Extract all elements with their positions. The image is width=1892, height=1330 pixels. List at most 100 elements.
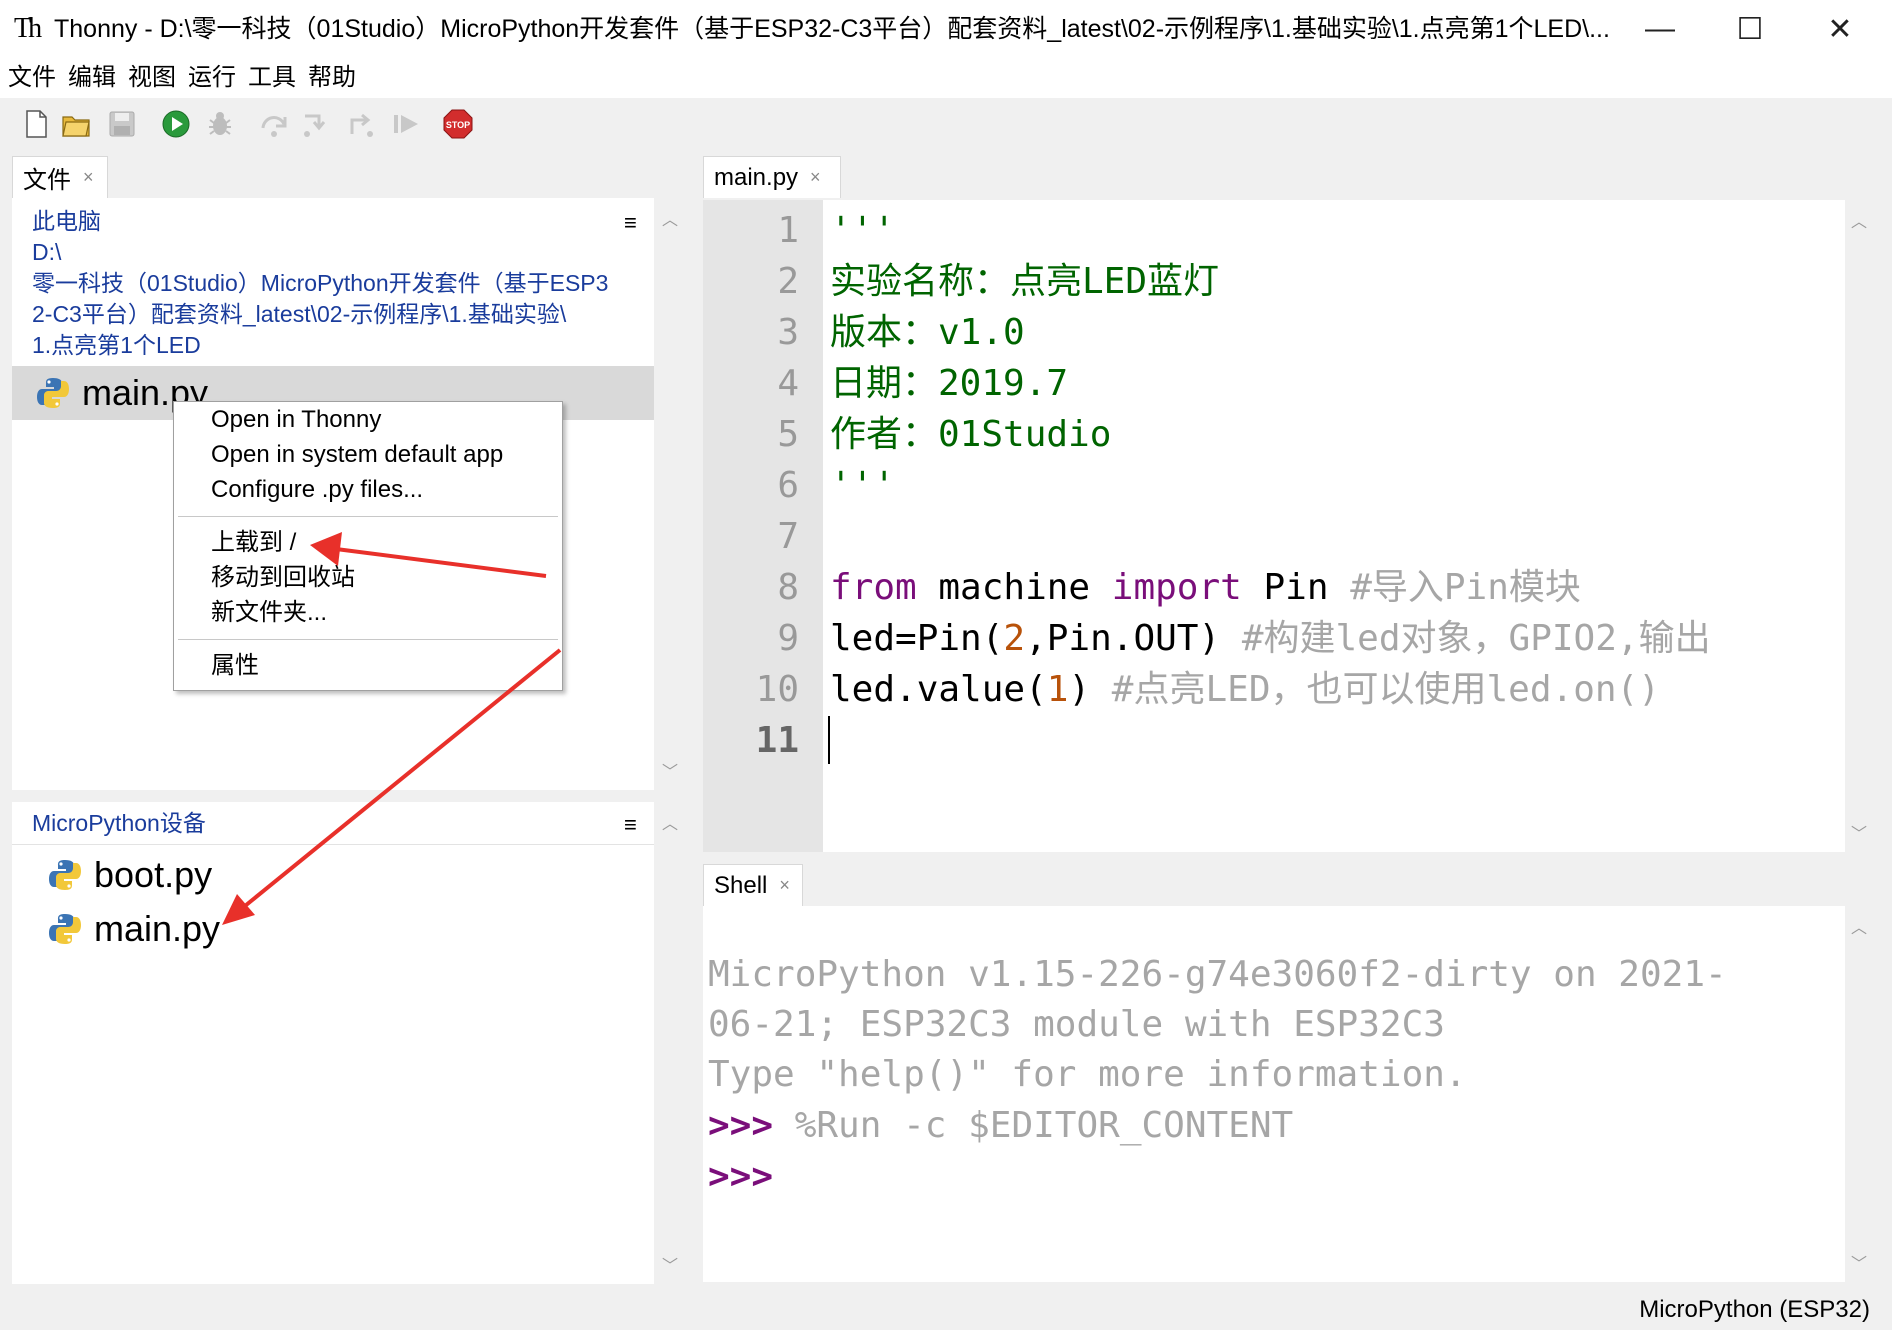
divider [12, 844, 654, 845]
save-icon[interactable] [106, 108, 138, 140]
editor-scrollbar[interactable]: ︿ ﹀ [1845, 200, 1873, 852]
code-line-1: ''' [830, 210, 896, 251]
menu-tools[interactable]: 工具 [248, 58, 296, 98]
menu-item-new-folder[interactable]: 新文件夹... [211, 595, 327, 630]
python-file-icon [49, 914, 81, 944]
file-name: main.py [94, 908, 221, 949]
menu-edit[interactable]: 编辑 [68, 58, 116, 98]
python-file-icon [49, 860, 81, 890]
maximize-button[interactable]: ☐ [1710, 0, 1790, 58]
line-number: 7 [777, 516, 799, 557]
menu-item-properties[interactable]: 属性 [211, 648, 259, 683]
menu-separator [178, 516, 558, 517]
stop-icon[interactable]: STOP [442, 108, 474, 140]
code-line-6: ''' [830, 465, 896, 506]
tab-editor-main-py[interactable]: main.py × [703, 156, 841, 198]
line-number: 3 [777, 312, 799, 353]
scroll-up-icon[interactable]: ︿ [1845, 208, 1873, 232]
menu-view[interactable]: 视图 [128, 58, 176, 98]
scroll-down-icon[interactable]: ﹀ [1845, 1250, 1873, 1274]
line-number: 9 [777, 618, 799, 659]
line-number-current: 11 [755, 720, 799, 761]
path-drive[interactable]: D:\ [32, 237, 61, 268]
open-folder-icon[interactable] [60, 108, 92, 140]
shell-command-line: >>> %Run -c $EDITOR_CONTENT [708, 1101, 1293, 1151]
toolbar: STOP [0, 98, 1892, 150]
scroll-up-icon[interactable]: ︿ [1845, 914, 1873, 938]
minimize-button[interactable]: — [1620, 0, 1700, 58]
title-bar: Th Thonny - D:\零一科技（01Studio）MicroPython… [0, 0, 1892, 58]
scroll-up-icon[interactable]: ︿ [656, 810, 684, 834]
shell-scrollbar[interactable]: ︿ ﹀ [1845, 906, 1873, 1282]
device-pane-scrollbar[interactable]: ︿ ﹀ [656, 802, 684, 1284]
thonny-logo-icon: Th [14, 13, 42, 44]
status-bar: MicroPython (ESP32) [0, 1290, 1892, 1330]
computer-pane-scrollbar[interactable]: ︿ ﹀ [656, 198, 684, 790]
tab-shell-label: Shell [714, 871, 768, 899]
step-into-icon[interactable] [300, 108, 332, 140]
close-button[interactable]: ✕ [1800, 0, 1880, 58]
menu-item-open-system-default[interactable]: Open in system default app [211, 437, 503, 472]
tab-editor-label: main.py [714, 163, 799, 191]
interpreter-selector[interactable]: MicroPython (ESP32) [1639, 1294, 1870, 1326]
path-folder-line-2[interactable]: 2-C3平台）配套资料_latest\02-示例程序\1.基础实验\ [32, 299, 566, 330]
scroll-up-icon[interactable]: ︿ [656, 206, 684, 230]
tab-files-close-icon[interactable]: × [83, 167, 94, 188]
line-number: 5 [777, 414, 799, 455]
shell-input-line[interactable]: >>> [708, 1152, 773, 1202]
step-over-icon[interactable] [258, 108, 290, 140]
menu-file[interactable]: 文件 [8, 58, 56, 98]
scroll-down-icon[interactable]: ﹀ [656, 758, 684, 782]
menu-item-upload-to-root[interactable]: 上载到 / [211, 525, 296, 560]
line-number: 1 [777, 210, 799, 251]
text-cursor [828, 716, 830, 764]
menu-help[interactable]: 帮助 [308, 58, 356, 98]
code-line-3: 版本：v1.0 [830, 312, 1025, 353]
tab-files-label: 文件 [23, 167, 71, 194]
svg-text:STOP: STOP [446, 120, 470, 130]
new-file-icon[interactable] [20, 108, 52, 140]
resume-icon[interactable] [390, 108, 422, 140]
device-title: MicroPython设备 [32, 810, 206, 836]
shell-prompt: >>> [708, 1156, 774, 1197]
scroll-down-icon[interactable]: ﹀ [1845, 820, 1873, 844]
menu-item-open-in-thonny[interactable]: Open in Thonny [211, 402, 381, 437]
file-name: boot.py [94, 854, 213, 895]
debug-icon[interactable] [204, 108, 236, 140]
scroll-down-icon[interactable]: ﹀ [656, 1252, 684, 1276]
line-number: 6 [777, 465, 799, 506]
window-title: Thonny - D:\零一科技（01Studio）MicroPython开发套… [54, 15, 1610, 43]
code-line-8: from machine import Pin #导入Pin模块 [830, 567, 1581, 608]
code-line-10: led.value(1) #点亮LED，也可以使用led.on() [830, 669, 1660, 710]
menu-item-move-to-trash[interactable]: 移动到回收站 [211, 560, 355, 595]
line-number: 8 [777, 567, 799, 608]
menu-run[interactable]: 运行 [188, 58, 236, 98]
device-files-panel: MicroPython设备 ≡ boot.py main.py [12, 802, 654, 1284]
shell-banner-line-3: Type "help()" for more information. [708, 1054, 1467, 1095]
menu-bar: 文件 编辑 视图 运行 工具 帮助 [0, 58, 1892, 98]
step-out-icon[interactable] [344, 108, 376, 140]
tab-files[interactable]: 文件 × [12, 156, 108, 198]
tab-editor-close-icon[interactable]: × [810, 167, 821, 188]
path-folder-line-1[interactable]: 零一科技（01Studio）MicroPython开发套件（基于ESP3 [32, 268, 608, 299]
code-line-2: 实验名称：点亮LED蓝灯 [830, 261, 1220, 302]
file-row-boot-py-device[interactable]: boot.py [24, 848, 212, 902]
menu-separator [178, 639, 558, 640]
line-number-gutter: 1 2 3 4 5 6 7 8 9 10 11 [703, 200, 823, 852]
shell-banner-line-2: 06-21; ESP32C3 module with ESP32C3 [708, 1004, 1445, 1045]
shell-command: %Run -c $EDITOR_CONTENT [773, 1105, 1294, 1146]
menu-item-configure-py-files[interactable]: Configure .py files... [211, 472, 423, 507]
shell-banner-line-1: MicroPython v1.15-226-g74e3060f2-dirty o… [708, 954, 1727, 995]
tab-shell-close-icon[interactable]: × [779, 875, 790, 896]
tab-shell[interactable]: Shell × [703, 864, 803, 906]
path-folder-line-3[interactable]: 1.点亮第1个LED [32, 330, 201, 361]
device-pane-menu-icon[interactable]: ≡ [624, 812, 637, 838]
line-number: 10 [755, 669, 799, 710]
computer-pane-menu-icon[interactable]: ≡ [624, 210, 637, 236]
run-icon[interactable] [160, 108, 192, 140]
code-line-4: 日期：2019.7 [830, 363, 1069, 404]
file-row-main-py-device[interactable]: main.py [24, 902, 220, 956]
path-this-pc[interactable]: 此电脑 [32, 206, 101, 237]
line-number: 2 [777, 261, 799, 302]
python-file-icon [37, 378, 69, 408]
